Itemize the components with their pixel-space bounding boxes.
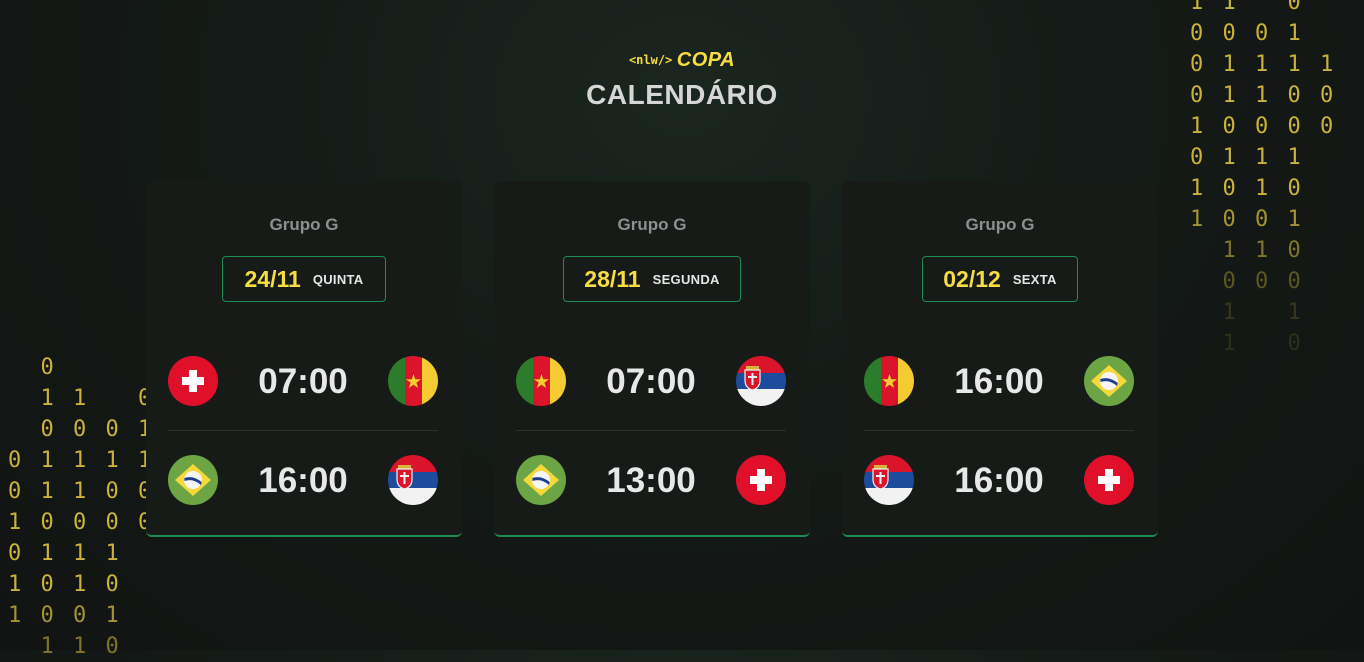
binary-line: 1 0 1 0 bbox=[8, 572, 122, 597]
cameroon-flag-icon bbox=[516, 356, 566, 406]
match-date: 28/11 bbox=[584, 265, 641, 292]
binary-line: 1 1 0 bbox=[1190, 0, 1304, 15]
serbia-flag-icon bbox=[736, 356, 786, 406]
match-row: 13:00 bbox=[516, 455, 786, 505]
match-weekday: SEGUNDA bbox=[652, 271, 720, 287]
binary-line: 0 1 1 0 0 bbox=[8, 479, 155, 504]
binary-line: 1 0 0 0 0 bbox=[1190, 114, 1337, 139]
binary-line: 0 1 1 1 bbox=[1190, 145, 1304, 170]
match-day-card: Grupo G 28/11 SEGUNDA 07:00 13:00 bbox=[494, 181, 810, 537]
match-divider bbox=[864, 430, 1134, 431]
group-label: Grupo G bbox=[617, 215, 687, 234]
match-divider bbox=[168, 430, 438, 431]
brand-logo: <nlw/> COPA bbox=[0, 49, 1364, 72]
binary-line: 0 1 1 1 1 bbox=[8, 448, 155, 473]
match-date: 24/11 bbox=[244, 265, 301, 292]
match-day-card: Grupo G 24/11 QUINTA 07:00 16:00 bbox=[146, 181, 462, 537]
serbia-flag-icon bbox=[388, 455, 438, 505]
binary-line: 0 bbox=[8, 355, 57, 380]
binary-line: 1 0 0 1 bbox=[8, 603, 122, 628]
brazil-flag-icon bbox=[1084, 356, 1134, 406]
switzerland-flag-icon bbox=[1084, 455, 1134, 505]
binary-line: 1 0 bbox=[1190, 331, 1304, 356]
match-weekday: SEXTA bbox=[1012, 271, 1057, 287]
date-badge: 02/12 SEXTA bbox=[922, 256, 1078, 302]
match-weekday: QUINTA bbox=[312, 271, 364, 287]
binary-line: 1 1 0 bbox=[8, 634, 122, 659]
group-label: Grupo G bbox=[269, 215, 339, 234]
match-row: 16:00 bbox=[168, 455, 438, 505]
switzerland-flag-icon bbox=[168, 356, 218, 406]
binary-line: 0 1 1 1 bbox=[8, 541, 122, 566]
binary-decoration-left: 0 1 1 0 0 0 0 1 0 1 1 1 1 0 1 1 0 0 1 0 0 0… bbox=[8, 352, 154, 662]
binary-line: 0 0 0 bbox=[1190, 269, 1304, 294]
match-divider bbox=[516, 430, 786, 431]
match-row: 07:00 bbox=[516, 356, 786, 406]
brand-tag: <nlw/> bbox=[628, 53, 673, 67]
binary-line: 1 0 0 1 bbox=[1190, 207, 1304, 232]
cameroon-flag-icon bbox=[388, 356, 438, 406]
group-label: Grupo G bbox=[965, 215, 1035, 234]
binary-line: 1 1 0 bbox=[8, 386, 155, 411]
binary-line: 1 0 1 0 bbox=[1190, 176, 1304, 201]
match-date: 02/12 bbox=[943, 265, 1001, 292]
binary-line: 1 0 0 0 0 bbox=[8, 510, 155, 535]
binary-line: 0 0 0 1 bbox=[1190, 21, 1304, 46]
binary-line: 0 0 0 1 bbox=[8, 417, 155, 442]
match-row: 16:00 bbox=[864, 356, 1134, 406]
date-badge: 28/11 SEGUNDA bbox=[563, 256, 741, 302]
serbia-flag-icon bbox=[864, 455, 914, 505]
brazil-flag-icon bbox=[168, 455, 218, 505]
page-title: CALENDÁRIO bbox=[586, 79, 778, 110]
brazil-flag-icon bbox=[516, 455, 566, 505]
brand-name: COPA bbox=[676, 49, 736, 71]
match-day-card: Grupo G 02/12 SEXTA 16:00 16:00 bbox=[842, 181, 1158, 537]
cameroon-flag-icon bbox=[864, 356, 914, 406]
date-badge: 24/11 QUINTA bbox=[222, 256, 386, 302]
match-row: 16:00 bbox=[864, 455, 1134, 505]
binary-line: 1 1 0 bbox=[1190, 238, 1304, 263]
switzerland-flag-icon bbox=[736, 455, 786, 505]
match-row: 07:00 bbox=[168, 356, 438, 406]
binary-line: 1 1 bbox=[1190, 300, 1304, 325]
